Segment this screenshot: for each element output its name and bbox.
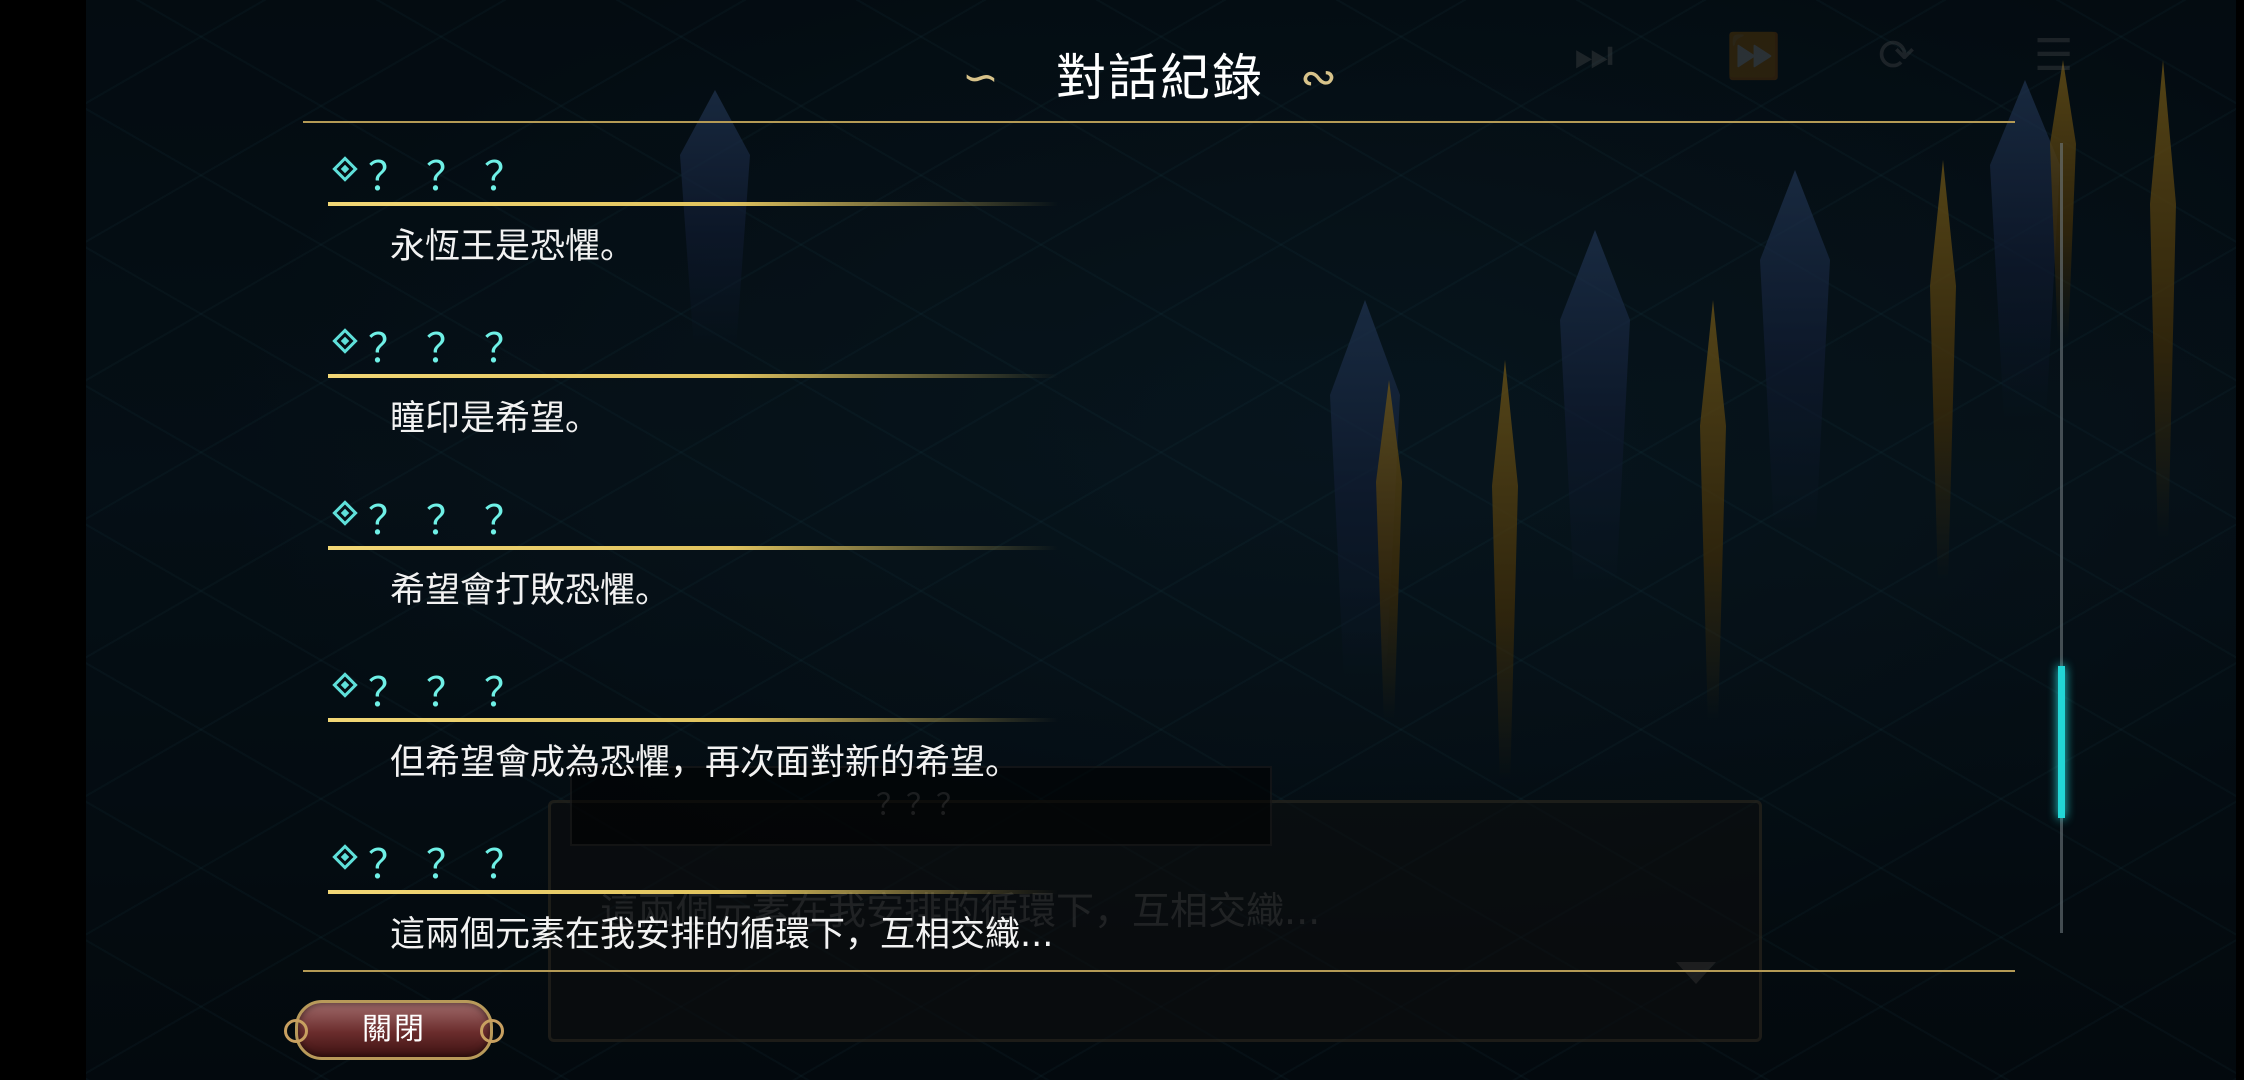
speaker-name: ？？？ <box>368 842 542 888</box>
panel-bottom-divider <box>303 970 2015 972</box>
speaker-name: ？？？ <box>368 498 542 544</box>
speaker-name: ？？？ <box>368 670 542 716</box>
speaker-underline <box>328 202 1058 206</box>
speaker-underline <box>328 890 1058 894</box>
speaker-underline <box>328 718 1058 722</box>
speaker-underline <box>328 546 1058 550</box>
dim-overlay <box>0 0 2244 1080</box>
panel-top-divider <box>303 121 2015 123</box>
title-flourish-right-icon: ∾ <box>1300 52 1337 103</box>
message-text: 但希望會成為恐懼，再次面對新的希望。 <box>390 743 1021 783</box>
game-screen: ？？？ 這兩個元素在我安排的循環下，互相交織... ⏭ ⏩ ⟳ ☰ ∽ 對話紀錄… <box>0 0 2244 1080</box>
close-button[interactable]: 關閉 <box>284 1000 504 1060</box>
left-letterbox <box>0 0 86 1080</box>
message-text: 永恆王是恐懼。 <box>390 227 636 267</box>
right-letterbox <box>2236 0 2244 1080</box>
message-text: 希望會打敗恐懼。 <box>390 571 671 611</box>
message-text: 瞳印是希望。 <box>390 399 601 439</box>
message-text: 這兩個元素在我安排的循環下，互相交織... <box>390 915 1054 955</box>
scrollbar-thumb[interactable] <box>2058 666 2065 818</box>
speaker-name: ？？？ <box>368 154 542 200</box>
speaker-underline <box>328 374 1058 378</box>
speaker-name: ？？？ <box>368 326 542 372</box>
